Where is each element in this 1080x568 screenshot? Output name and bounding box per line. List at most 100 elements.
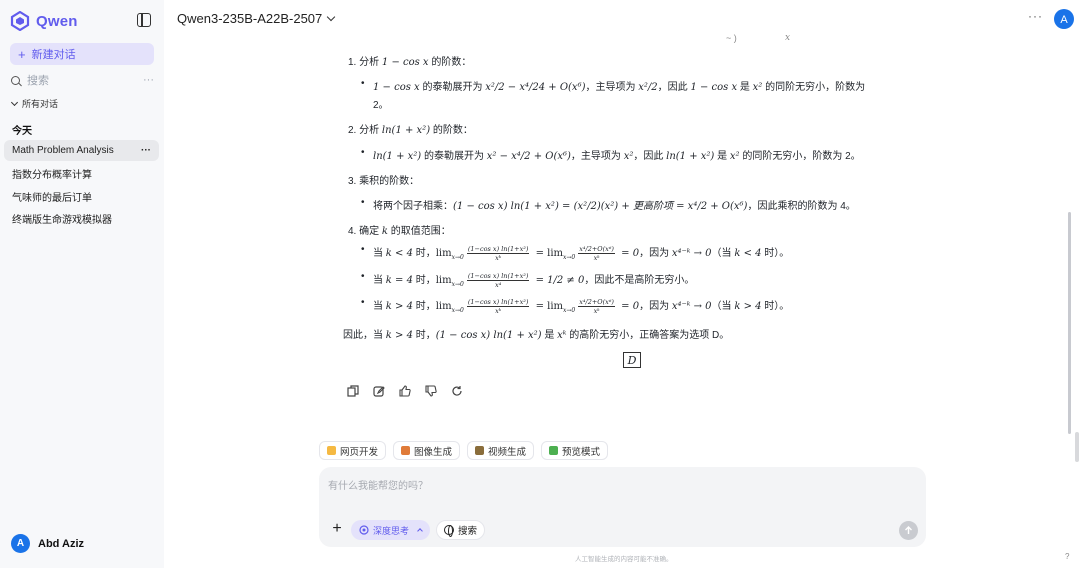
step-2-title: 2. 分析 ln(1 + x²) 的阶数： [348,121,473,136]
content-scrollbar[interactable] [1068,212,1071,434]
user-profile[interactable]: A Abd Aziz [11,534,84,553]
chevron-up-icon[interactable] [417,528,423,534]
web-search-label: 搜索 [458,526,478,537]
lim: lim [435,248,452,259]
lim-sub: x→0 [451,281,464,288]
lim-sub: x→0 [563,254,576,261]
lim: lim [435,275,452,286]
lim-sub: x→0 [563,307,576,314]
thumbs-up-icon[interactable] [399,385,411,397]
sidebar-search[interactable]: 搜索 ··· [10,72,154,88]
chip-video-gen[interactable]: 视频生成 [467,441,535,460]
text: ，因为 [639,301,672,312]
text: ，主导项为 [585,82,639,93]
chip-web-dev[interactable]: 网页开发 [319,441,387,460]
numerator: (1−cos x) ln(1+x²) [466,297,530,307]
help-button[interactable]: ? [1065,552,1069,561]
fraction: (1−cos x) ln(1+x²) xᵏ [466,245,530,262]
web-search-toggle[interactable]: 搜索 [436,520,486,540]
math: x⁴⁻ᵏ → 0 [671,248,712,259]
text: 当 [373,301,386,312]
message-actions [347,385,463,397]
math: x²/2 [638,82,658,93]
math: x²/2 − x⁴/24 + O(x⁶) [485,82,586,93]
text: 因此，当 [343,330,386,341]
top-fragment-2: x [785,33,791,43]
search-more-icon[interactable]: ··· [143,74,154,86]
copy-icon[interactable] [347,385,359,397]
chat-item-math-problem-analysis[interactable]: Math Problem Analysis ··· [4,140,159,161]
arrow-up-icon [905,526,912,534]
chip-image-gen[interactable]: 图像生成 [393,441,461,460]
fraction: (1−cos x) ln(1+x²) x⁴ [466,271,530,289]
text: 4. 确定 [348,226,382,237]
text: 是 [737,82,753,93]
header-avatar[interactable]: A [1054,9,1074,29]
math: ln(1 + x²) [381,125,431,136]
lim-sub: x→0 [451,307,464,314]
chat-item-last-order[interactable]: 气味师的最后订单 [4,186,159,207]
add-attachment-button[interactable]: + [329,521,345,537]
math: = lim [532,301,564,312]
math: x⁴⁻ᵏ → 0 [671,301,712,312]
chip-preview-mode[interactable]: 预览模式 [541,441,609,460]
text: （当 [711,301,735,312]
text: ，主导项为 [570,151,624,162]
text: ，因此乘积的阶数为 4。 [747,201,856,212]
model-selector[interactable]: Qwen3-235B-A22B-2507 [177,11,336,26]
text: ，因为 [639,248,672,259]
text: 1. 分析 [348,57,382,68]
send-button[interactable] [899,521,918,540]
math: k < 4 [734,248,762,259]
denominator: xᵏ [593,253,600,262]
case-k-greater-4: 当 k > 4 时，limx→0(1−cos x) ln(1+x²)xᵏ = l… [361,297,789,315]
text: 时， [412,275,436,286]
regenerate-icon[interactable] [451,385,463,397]
page-scrollbar[interactable] [1075,432,1079,462]
all-chats-toggle[interactable]: 所有对话 [10,97,58,110]
chip-label: 网页开发 [340,446,379,458]
denominator: x⁴ [494,280,502,289]
math: 1 − cos x [373,82,420,93]
math: x² [729,151,740,162]
math: ln(1 + x²) [666,151,715,162]
edit-icon[interactable] [373,385,385,397]
header-more-icon[interactable]: ··· [1028,9,1043,23]
thumbs-down-icon[interactable] [425,385,437,397]
chat-item-game-of-life[interactable]: 终端版生命游戏模拟器 [4,208,159,229]
text: 的取值范围： [387,226,451,237]
preview-mode-icon [549,446,559,455]
math: (1 − cos x) ln(1 + x²) = (x²/2)(x²) + 更高… [453,201,748,212]
math: k > 4 [385,330,413,341]
chat-input[interactable] [328,477,908,501]
denominator: xᵏ [495,253,502,262]
header-avatar-initial: A [1060,14,1068,26]
step-3-title: 3. 乘积的阶数： [348,176,420,187]
chevron-down-icon [327,12,336,21]
denominator: xᵏ [593,306,600,315]
chat-item-more-icon[interactable]: ··· [141,145,151,156]
new-chat-button[interactable]: + 新建对话 [10,43,154,65]
chat-item-label: 终端版生命游戏模拟器 [12,215,112,226]
deep-think-toggle[interactable]: 深度思考 [351,520,431,540]
numerator: (1−cos x) ln(1+x²) [466,271,530,281]
chevron-down-icon [10,98,19,106]
globe-icon [444,525,454,537]
math: (1 − cos x) ln(1 + x²) [435,330,542,341]
chat-item-exponential-probability[interactable]: 指数分布概率计算 [4,163,159,184]
text: 的泰勒展开为 [419,82,486,93]
conclusion: 因此，当 k > 4 时，(1 − cos x) ln(1 + x²) 是 xᵏ… [343,326,729,341]
sidebar-toggle-icon[interactable] [137,13,151,27]
text: 的阶数： [428,57,472,68]
chip-label: 视频生成 [488,446,527,458]
chat-input-box: + 深度思考 搜索 [319,467,926,547]
logo[interactable]: Qwen [10,11,78,31]
step-4-title: 4. 确定 k 的取值范围： [348,222,451,237]
text: 时， [412,301,436,312]
math: 1 − cos x [381,57,429,68]
text: 时）。 [761,248,790,259]
case-k-equal-4: 当 k = 4 时，limx→0(1−cos x) ln(1+x²)x⁴ = 1… [361,271,694,289]
lim-sub: x→0 [451,254,464,261]
math: = 1/2 ≠ 0 [532,275,585,286]
math: x² [623,151,634,162]
